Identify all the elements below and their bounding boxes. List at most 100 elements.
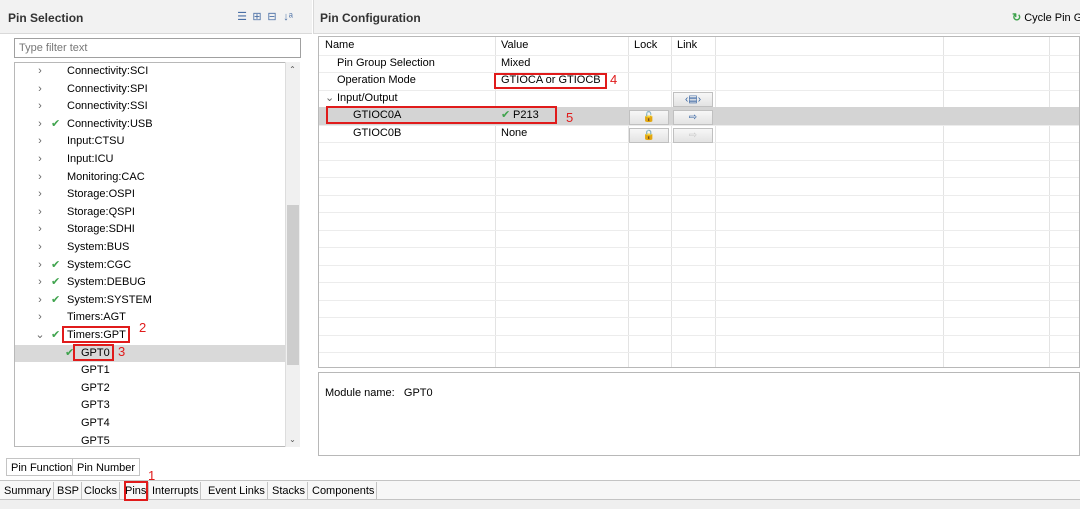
config-name-cell[interactable]: Operation Mode xyxy=(337,72,416,90)
tree-label: Storage:QSPI xyxy=(67,205,135,218)
annotation-number-3: 3 xyxy=(118,344,126,359)
chevron-right-icon[interactable]: › xyxy=(35,274,45,292)
tree-item[interactable]: GPT3 xyxy=(15,397,286,415)
config-value-cell[interactable]: None xyxy=(501,125,527,143)
tree-label: Connectivity:SPI xyxy=(67,82,148,95)
annotation-box-timers-gpt xyxy=(62,326,130,343)
annotation-box-gpt0 xyxy=(73,344,114,361)
tree-category[interactable]: › Input:ICU xyxy=(15,151,286,169)
tree-category[interactable]: › ✔ System:DEBUG xyxy=(15,274,286,292)
check-icon: ✔ xyxy=(51,258,61,271)
collapse-icon[interactable]: ⊟ xyxy=(266,11,278,23)
module-value: GPT0 xyxy=(403,387,433,399)
chevron-right-icon[interactable]: › xyxy=(35,151,45,169)
annotation-box-gtioc0a xyxy=(326,106,557,124)
chevron-right-icon[interactable]: › xyxy=(35,239,45,257)
tab-pin-function[interactable]: Pin Function xyxy=(6,458,78,476)
tab-interrupts[interactable]: Interrupts xyxy=(150,482,202,500)
tab-stacks[interactable]: Stacks xyxy=(270,482,309,500)
tree-item[interactable]: GPT2 xyxy=(15,380,286,398)
scrollbar-thumb[interactable] xyxy=(287,205,299,365)
tree-category[interactable]: › Storage:OSPI xyxy=(15,186,286,204)
link-arrow-icon[interactable]: ⇨ xyxy=(673,110,713,125)
tree-category[interactable]: › ✔ System:SYSTEM xyxy=(15,292,286,310)
tree-category[interactable]: › Input:CTSU xyxy=(15,133,286,151)
chevron-right-icon[interactable]: › xyxy=(35,186,45,204)
lock-icon[interactable]: 🔒 xyxy=(629,128,669,143)
config-name-cell[interactable]: Pin Group Selection xyxy=(337,55,435,73)
column-header[interactable]: Lock xyxy=(634,37,657,55)
cycle-pin-button[interactable]: ↻ Cycle Pin G xyxy=(1012,11,1080,24)
chevron-right-icon[interactable]: › xyxy=(35,257,45,275)
config-name-cell[interactable]: Input/Output xyxy=(337,90,398,108)
config-name-cell[interactable]: GTIOC0B xyxy=(353,125,401,143)
tree-label: Connectivity:USB xyxy=(67,117,153,130)
tree-label: Storage:OSPI xyxy=(67,188,135,201)
module-name-line: Module name: GPT0 xyxy=(325,387,433,399)
tree-label: System:SYSTEM xyxy=(67,293,152,306)
sort-az-icon[interactable]: ↓ᵃ xyxy=(282,11,294,23)
tree-category[interactable]: › ✔ Connectivity:USB xyxy=(15,116,286,134)
chevron-right-icon[interactable]: › xyxy=(35,133,45,151)
link-arrow-icon[interactable]: ⇨ xyxy=(673,128,713,143)
tree-label: GPT5 xyxy=(81,434,110,447)
lock-icon[interactable]: 🔓 xyxy=(629,110,669,125)
tab-summary[interactable]: Summary xyxy=(2,482,55,500)
module-info-panel xyxy=(318,372,1080,456)
editor-tabs: Summary BSP Clocks Pins Interrupts Event Link… xyxy=(0,480,1080,500)
pin-selection-title: Pin Selection xyxy=(8,11,84,25)
scroll-down-icon[interactable]: ⌄ xyxy=(285,434,300,446)
tab-event-links[interactable]: Event Links xyxy=(206,482,268,500)
tree-category[interactable]: › Connectivity:SPI xyxy=(15,81,286,99)
chevron-right-icon[interactable]: › xyxy=(35,309,45,327)
filter-input[interactable] xyxy=(14,38,301,58)
config-value-cell[interactable]: Mixed xyxy=(501,55,530,73)
annotation-number-5: 5 xyxy=(566,110,574,125)
expand-icon[interactable]: ⊞ xyxy=(251,11,263,23)
chevron-right-icon[interactable]: › xyxy=(35,204,45,222)
chevron-right-icon[interactable]: › xyxy=(35,169,45,187)
tree-category[interactable]: › ✔ System:CGC xyxy=(15,257,286,275)
tree-label: GPT2 xyxy=(81,381,110,394)
tree-category[interactable]: › Timers:AGT xyxy=(15,309,286,327)
annotation-box-pins-tab xyxy=(124,481,148,501)
tree-item[interactable]: GPT5 xyxy=(15,433,286,447)
tab-components[interactable]: Components xyxy=(310,482,378,500)
tree-category[interactable]: › Connectivity:SSI xyxy=(15,98,286,116)
cycle-icon: ↻ xyxy=(1012,12,1022,24)
link-toggle-icon[interactable]: ‹▤› xyxy=(673,92,713,107)
pin-configuration-header xyxy=(313,0,1080,34)
check-icon: ✔ xyxy=(51,276,61,289)
tree-label: Input:ICU xyxy=(67,153,114,165)
chevron-right-icon[interactable]: › xyxy=(35,292,45,310)
chevron-right-icon[interactable]: › xyxy=(35,98,45,116)
column-header[interactable]: Value xyxy=(501,37,528,55)
tree-category[interactable]: ⌄ ✔ Timers:GPT xyxy=(15,327,286,345)
chevron-down-icon[interactable]: ⌄ xyxy=(325,90,334,108)
tree-label: GPT3 xyxy=(81,399,110,412)
tree-item[interactable]: GPT4 xyxy=(15,415,286,433)
annotation-number-2: 2 xyxy=(139,320,147,335)
tree-item[interactable]: ✔ GPT0 xyxy=(15,344,286,363)
pin-selection-tree[interactable]: › Connectivity:SCI › Connectivity:SPI › Conne… xyxy=(14,62,300,447)
column-header[interactable]: Link xyxy=(677,37,697,55)
tree-category[interactable]: › Monitoring:CAC xyxy=(15,169,286,187)
tab-pin-number[interactable]: Pin Number xyxy=(72,458,141,476)
chevron-right-icon[interactable]: › xyxy=(35,63,45,81)
tab-clocks[interactable]: Clocks xyxy=(82,482,121,500)
column-header[interactable]: Name xyxy=(325,37,354,55)
tree-category[interactable]: › Storage:QSPI xyxy=(15,204,286,222)
tree-item[interactable]: GPT1 xyxy=(15,362,286,380)
pin-selection-tabs: Pin Function Pin Number xyxy=(0,456,312,476)
tree-category[interactable]: › Connectivity:SCI xyxy=(15,63,286,81)
chevron-right-icon[interactable]: › xyxy=(35,116,45,134)
scroll-up-icon[interactable]: ⌃ xyxy=(285,64,300,76)
tree-category[interactable]: › Storage:SDHI xyxy=(15,221,286,239)
chevron-right-icon[interactable]: › xyxy=(35,81,45,99)
tree-category[interactable]: › System:BUS xyxy=(15,239,286,257)
chevron-right-icon[interactable]: › xyxy=(35,221,45,239)
collapse-all-icon[interactable]: ☰ xyxy=(236,11,248,23)
chevron-down-icon[interactable]: ⌄ xyxy=(35,327,45,345)
cycle-label: Cycle Pin G xyxy=(1024,12,1080,24)
tab-bsp[interactable]: BSP xyxy=(55,482,83,500)
